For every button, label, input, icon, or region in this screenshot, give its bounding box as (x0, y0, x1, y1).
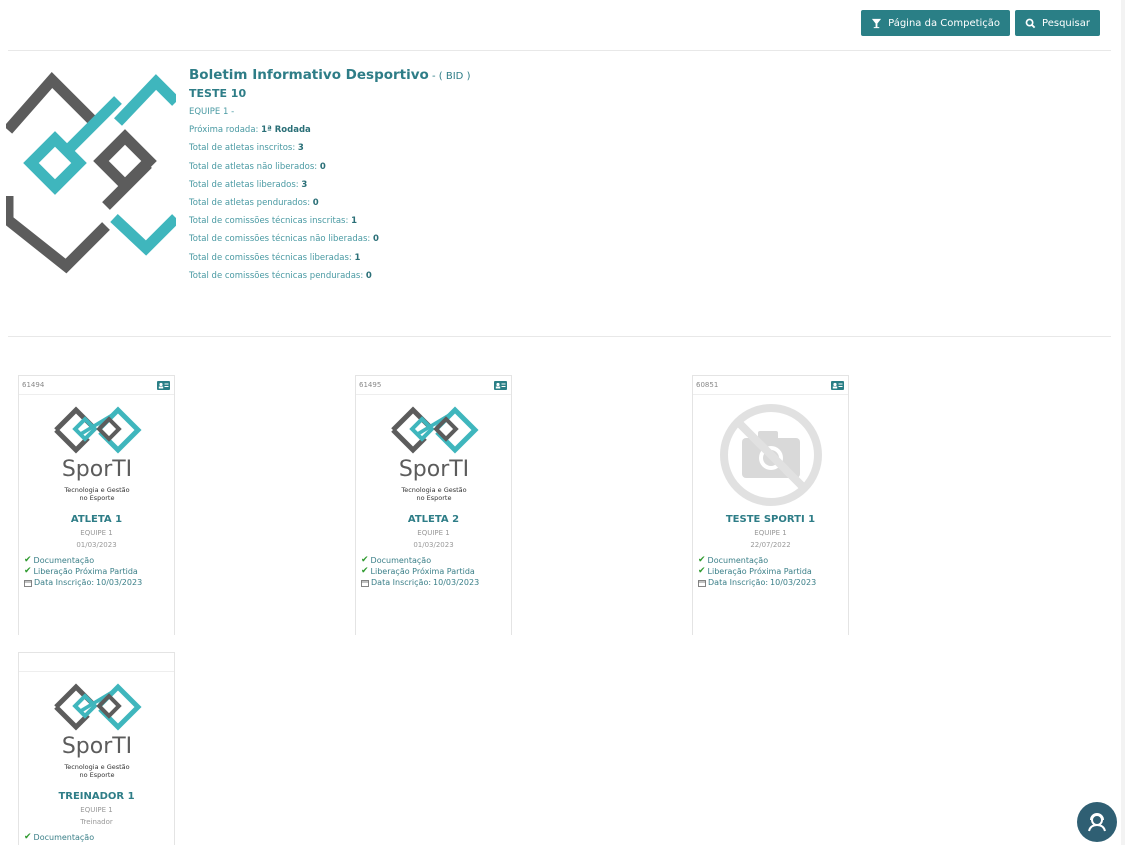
athlete-date: 01/03/2023 (76, 541, 117, 549)
card-header: 61495 (356, 376, 511, 395)
athlete-date: 01/03/2023 (413, 541, 454, 549)
card-header (19, 653, 174, 672)
brand-text: SporTI (61, 457, 131, 482)
competition-name: TESTE 10 (189, 87, 247, 100)
status-list: ✔ Documentação (19, 832, 174, 843)
stat-athletes-released: Total de atletas liberados: 3 (189, 179, 308, 190)
athlete-name: TESTE SPORTI 1 (725, 514, 816, 525)
search-button[interactable]: Pesquisar (1015, 10, 1100, 36)
registration-id: 61494 (22, 381, 45, 389)
competition-page-label: Página da Competição (888, 17, 1001, 29)
athlete-team: EQUIPE 1 (417, 529, 450, 537)
staff-role: Treinador (80, 818, 113, 826)
staff-card[interactable]: SporTI Tecnologia e Gestão no Esporte TR… (18, 652, 175, 845)
staff-team: EQUIPE 1 (80, 806, 113, 814)
athlete-date: 22/07/2022 (750, 541, 791, 549)
calendar-icon (361, 579, 369, 587)
tagline-2: no Esporte (416, 494, 451, 502)
release-status: ✔ Liberação Próxima Partida (698, 566, 812, 576)
stat-next-round: Próxima rodada: 1ª Rodada (189, 125, 311, 136)
bid-info: Boletim Informativo Desportivo - ( BID )… (189, 67, 470, 285)
page-title: Boletim Informativo Desportivo - ( BID ) (189, 67, 471, 83)
stat-athletes-suspended: Total de atletas pendurados: 0 (189, 198, 319, 209)
divider (8, 336, 1111, 337)
check-icon: ✔ (24, 832, 32, 842)
divider (8, 50, 1111, 51)
search-label: Pesquisar (1042, 17, 1090, 29)
card-header: 60851 (693, 376, 848, 395)
brand-text: SporTI (398, 457, 468, 482)
check-icon: ✔ (24, 566, 32, 576)
calendar-icon (698, 579, 706, 587)
tagline-2: no Esporte (79, 494, 114, 502)
athlete-team: EQUIPE 1 (80, 529, 113, 537)
status-list: ✔ Documentação ✔ Liberação Próxima Partida… (693, 555, 848, 588)
sporti-logo-icon: SporTI Tecnologia e Gestão no Esporte (390, 406, 479, 502)
status-list: ✔ Documentação ✔ Liberação Próxima Partida… (19, 555, 174, 588)
staff-photo: SporTI Tecnologia e Gestão no Esporte (19, 677, 174, 787)
stats-list: Próxima rodada: 1ª Rodada Total de atlet… (189, 121, 470, 285)
stat-staff-not-released: Total de comissões técnicas não liberada… (189, 234, 379, 245)
calendar-icon (24, 579, 32, 587)
athlete-name: ATLETA 1 (70, 514, 123, 525)
sporti-logo-icon: SporTI Tecnologia e Gestão no Esporte (53, 406, 142, 502)
id-card-icon[interactable] (494, 380, 507, 390)
registration-id: 60851 (696, 381, 719, 389)
registration-date: Data Inscrição: 10/03/2023 (361, 577, 511, 588)
toolbar: Página da Competição Pesquisar (861, 10, 1100, 36)
scrollbar[interactable] (1121, 0, 1125, 845)
stat-staff-suspended: Total de comissões técnicas penduradas: … (189, 270, 372, 281)
no-photo-icon (719, 404, 822, 506)
tagline-2: no Esporte (79, 771, 114, 779)
release-status: ✔ Liberação Próxima Partida (24, 566, 138, 576)
athlete-name: ATLETA 2 (407, 514, 460, 525)
documentation-status: ✔ Documentação (24, 832, 95, 842)
brand-text: SporTI (61, 734, 131, 759)
athlete-photo: SporTI Tecnologia e Gestão no Esporte (356, 400, 511, 510)
search-icon (1025, 18, 1036, 28)
stat-athletes-not-released: Total de atletas não liberados: 0 (189, 161, 326, 172)
trophy-icon (872, 18, 882, 28)
athlete-photo: SporTI Tecnologia e Gestão no Esporte (19, 400, 174, 510)
release-status: ✔ Liberação Próxima Partida (361, 566, 475, 576)
check-icon: ✔ (361, 566, 369, 576)
athlete-card[interactable]: 61494 SporTI Tecnologia e Gestão no Espo… (18, 375, 175, 635)
team-name: EQUIPE 1 - (189, 107, 235, 117)
stat-athletes-registered: Total de atletas inscritos: 3 (189, 143, 304, 154)
card-header: 61494 (19, 376, 174, 395)
documentation-status: ✔ Documentação (698, 555, 769, 565)
status-list: ✔ Documentação ✔ Liberação Próxima Partida… (356, 555, 511, 588)
staff-name: TREINADOR 1 (58, 791, 135, 802)
id-card-icon[interactable] (831, 380, 844, 390)
registration-id: 61495 (359, 381, 382, 389)
athlete-team: EQUIPE 1 (754, 529, 787, 537)
id-card-icon[interactable] (157, 380, 170, 390)
support-chat-button[interactable] (1077, 802, 1117, 842)
documentation-status: ✔ Documentação (24, 555, 95, 565)
stat-staff-released: Total de comissões técnicas liberadas: 1 (189, 252, 361, 263)
check-icon: ✔ (698, 555, 706, 565)
tagline-1: Tecnologia e Gestão (400, 486, 466, 494)
tagline-1: Tecnologia e Gestão (63, 763, 129, 771)
tagline-1: Tecnologia e Gestão (63, 486, 129, 494)
check-icon: ✔ (698, 566, 706, 576)
check-icon: ✔ (361, 555, 369, 565)
competition-page-button[interactable]: Página da Competição (861, 10, 1011, 36)
documentation-status: ✔ Documentação (361, 555, 432, 565)
registration-date: Data Inscrição: 10/03/2023 (698, 577, 848, 588)
registration-date: Data Inscrição: 10/03/2023 (24, 577, 174, 588)
sporti-logo-icon (6, 71, 176, 274)
check-icon: ✔ (24, 555, 32, 565)
athlete-card[interactable]: 60851 TESTE SPORTI 1 EQUIPE 1 22/07/2022… (692, 375, 849, 635)
stat-staff-registered: Total de comissões técnicas inscritas: 1 (189, 216, 357, 227)
athlete-card[interactable]: 61495 SporTI Tecnologia e Gestão no Espo… (355, 375, 512, 635)
support-agent-icon (1088, 813, 1106, 832)
sporti-logo-icon: SporTI Tecnologia e Gestão no Esporte (53, 683, 142, 779)
